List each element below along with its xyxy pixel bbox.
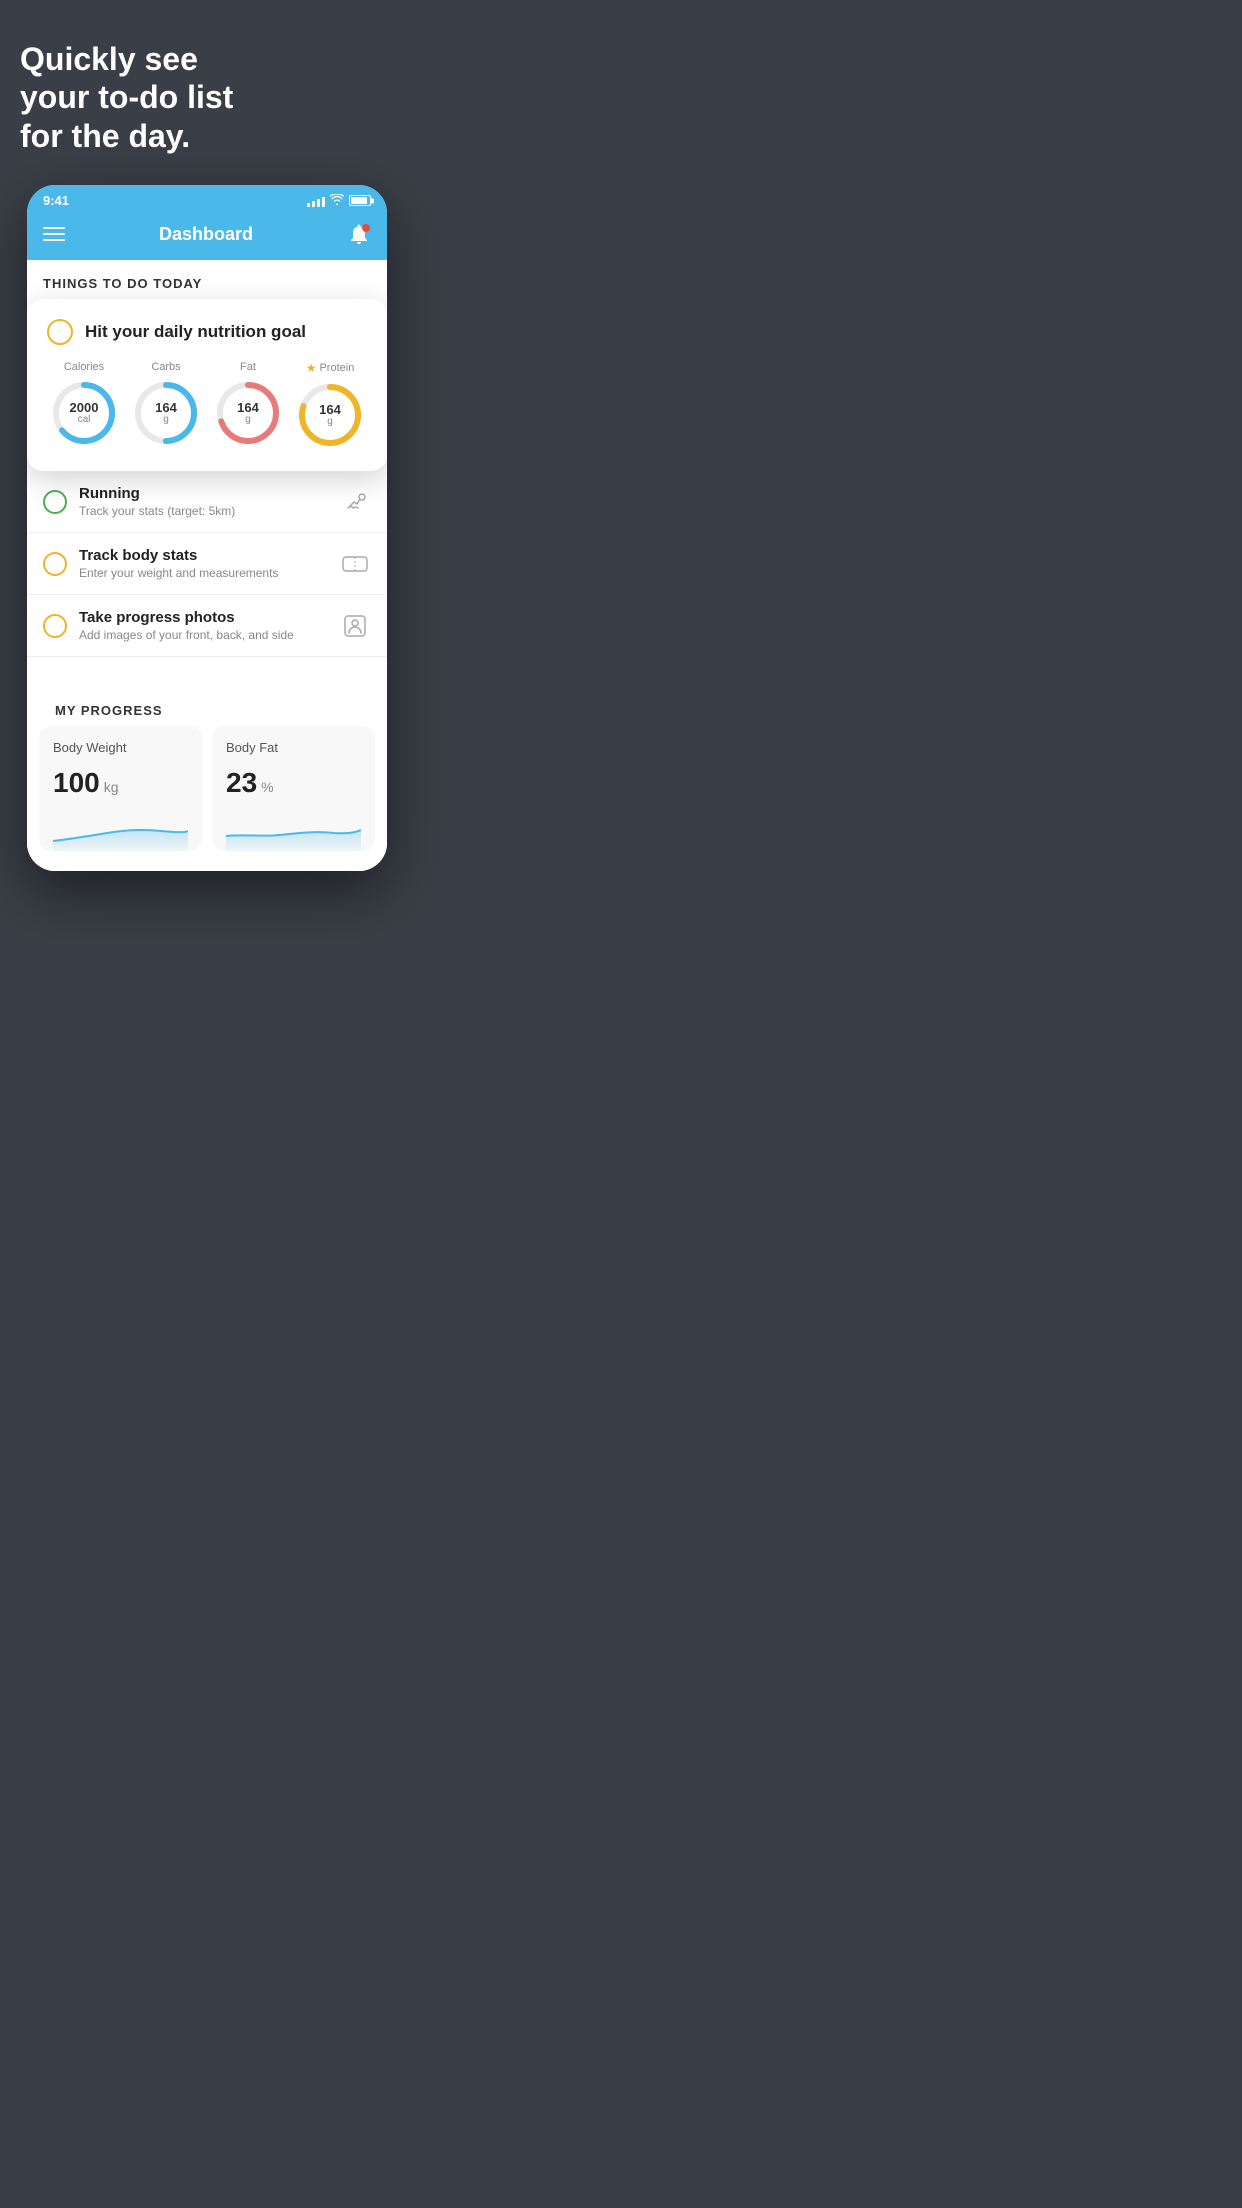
header-title: Dashboard [159, 224, 253, 245]
todo-list: Running Track your stats (target: 5km) [27, 471, 387, 657]
protein-item: ★ Protein 164 g [294, 361, 366, 451]
battery-icon [349, 195, 371, 206]
todo-item-body-stats[interactable]: Track body stats Enter your weight and m… [27, 533, 387, 595]
body-weight-value: 100 [53, 767, 100, 799]
spacer [27, 657, 387, 687]
protein-unit: g [319, 416, 341, 427]
running-sub: Track your stats (target: 5km) [79, 504, 327, 518]
fat-label: Fat [240, 361, 256, 373]
body-stats-name: Track body stats [79, 547, 327, 564]
body-fat-chart [226, 811, 361, 851]
nutrition-card: Hit your daily nutrition goal Calories [27, 299, 387, 471]
body-stats-checkbox[interactable] [43, 552, 67, 576]
signal-icon [307, 195, 325, 207]
running-text: Running Track your stats (target: 5km) [79, 485, 327, 518]
carbs-item: Carbs 164 g [130, 361, 202, 451]
running-checkbox[interactable] [43, 490, 67, 514]
body-fat-value: 23 [226, 767, 257, 799]
body-weight-chart [53, 811, 188, 851]
phone-content: THINGS TO DO TODAY Hit your daily nutrit… [27, 260, 387, 871]
body-fat-title: Body Fat [226, 740, 361, 755]
phone-frame: 9:41 [27, 185, 387, 871]
body-weight-unit: kg [104, 779, 119, 795]
menu-icon[interactable] [43, 227, 65, 241]
body-fat-unit: % [261, 779, 273, 795]
fat-donut: 164 g [212, 377, 284, 449]
nutrition-row: Calories 2000 cal [47, 361, 367, 451]
scale-icon [339, 548, 371, 580]
body-weight-title: Body Weight [53, 740, 188, 755]
calories-item: Calories 2000 cal [48, 361, 120, 451]
headline: Quickly seeyour to-do listfor the day. [20, 40, 394, 155]
body-weight-card: Body Weight 100 kg [39, 726, 202, 851]
photos-name: Take progress photos [79, 609, 327, 626]
photos-text: Take progress photos Add images of your … [79, 609, 327, 642]
photos-sub: Add images of your front, back, and side [79, 628, 327, 642]
nutrition-checkbox[interactable] [47, 319, 73, 345]
outer-background: Quickly seeyour to-do listfor the day. 9… [0, 0, 414, 911]
protein-value: 164 [319, 403, 341, 416]
popup-header: Hit your daily nutrition goal [47, 319, 367, 345]
popup-title: Hit your daily nutrition goal [85, 322, 306, 342]
progress-cards: Body Weight 100 kg [39, 726, 375, 851]
progress-section: MY PROGRESS Body Weight 100 kg [27, 687, 387, 871]
star-icon: ★ [306, 361, 317, 375]
calories-unit: cal [70, 414, 99, 425]
carbs-label: Carbs [151, 361, 180, 373]
running-name: Running [79, 485, 327, 502]
calories-donut: 2000 cal [48, 377, 120, 449]
status-bar: 9:41 [27, 185, 387, 212]
body-fat-value-row: 23 % [226, 767, 361, 799]
wifi-icon [330, 194, 344, 208]
things-to-do-label: THINGS TO DO TODAY [27, 260, 387, 299]
body-stats-sub: Enter your weight and measurements [79, 566, 327, 580]
carbs-unit: g [155, 414, 177, 425]
photos-checkbox[interactable] [43, 614, 67, 638]
fat-value: 164 [237, 401, 259, 414]
body-weight-value-row: 100 kg [53, 767, 188, 799]
protein-label: ★ Protein [306, 361, 355, 375]
body-fat-card: Body Fat 23 % [212, 726, 375, 851]
calories-label: Calories [64, 361, 104, 373]
status-icons [307, 194, 371, 208]
status-time: 9:41 [43, 193, 69, 208]
protein-donut: 164 g [294, 379, 366, 451]
carbs-donut: 164 g [130, 377, 202, 449]
carbs-value: 164 [155, 401, 177, 414]
fat-item: Fat 164 g [212, 361, 284, 451]
todo-item-photos[interactable]: Take progress photos Add images of your … [27, 595, 387, 657]
running-icon [339, 486, 371, 518]
todo-item-running[interactable]: Running Track your stats (target: 5km) [27, 471, 387, 533]
progress-label: MY PROGRESS [39, 687, 375, 726]
person-icon [339, 610, 371, 642]
body-stats-text: Track body stats Enter your weight and m… [79, 547, 327, 580]
calories-value: 2000 [70, 401, 99, 414]
fat-unit: g [237, 414, 259, 425]
notification-bell-icon[interactable] [347, 222, 371, 246]
app-header: Dashboard [27, 212, 387, 260]
